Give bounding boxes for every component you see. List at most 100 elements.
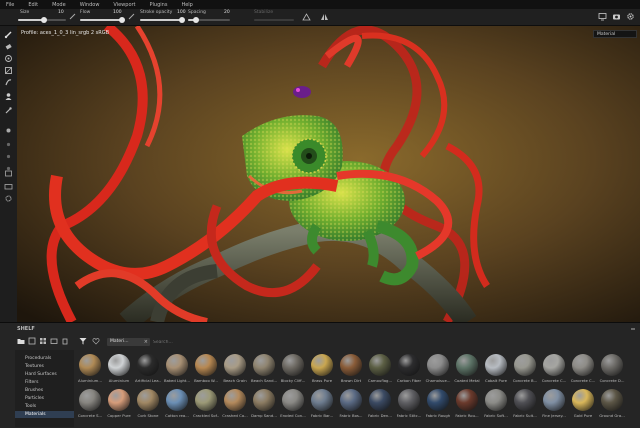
material-item[interactable]: Gold Pure: [570, 389, 596, 423]
menu-plugins[interactable]: Plugins: [150, 2, 168, 8]
grid-view-icon[interactable]: [39, 337, 47, 345]
material-item[interactable]: Fabric Suit...: [512, 389, 538, 423]
material-item[interactable]: Fabric Rough: [425, 389, 451, 423]
category-particles[interactable]: Particles: [25, 395, 44, 402]
camera-icon[interactable]: [50, 337, 58, 345]
smudge-icon[interactable]: [4, 78, 13, 87]
screen-icon[interactable]: [598, 12, 607, 21]
material-label: Fabric Bar...: [310, 413, 334, 418]
size-slider[interactable]: [18, 17, 66, 23]
clone-icon[interactable]: [4, 92, 13, 101]
material-item[interactable]: Aluminium: [106, 354, 132, 388]
material-item[interactable]: Cotton rea...: [164, 389, 190, 423]
material-item[interactable]: Bamboo W...: [193, 354, 219, 388]
layers-icon[interactable]: [4, 169, 13, 178]
material-item[interactable]: Damp Sand...: [251, 389, 277, 423]
material-item[interactable]: Concrete C...: [570, 354, 596, 388]
menu-mode[interactable]: Mode: [52, 2, 66, 8]
panel-options-icon[interactable]: [630, 326, 636, 332]
category-procedurals[interactable]: Procedurals: [25, 355, 51, 362]
material-item[interactable]: Chamoisue...: [425, 354, 451, 388]
flow-slider[interactable]: [80, 17, 125, 23]
material-item[interactable]: Brass Pure: [309, 354, 335, 388]
dot-icon[interactable]: [4, 152, 13, 161]
menu-file[interactable]: File: [6, 2, 14, 8]
light-icon[interactable]: [4, 126, 13, 135]
material-item[interactable]: Cork Stone: [135, 389, 161, 423]
material-item[interactable]: Fabric Den...: [367, 389, 393, 423]
size-value[interactable]: 10: [58, 10, 64, 15]
material-thumbnail: [427, 389, 449, 411]
material-item[interactable]: Fabric Bar...: [309, 389, 335, 423]
category-tools[interactable]: Tools: [25, 403, 36, 410]
geometry-fill-icon[interactable]: [4, 66, 13, 75]
stroke-opacity-value[interactable]: 100: [177, 10, 186, 15]
category-brushes[interactable]: Brushes: [25, 387, 43, 394]
pressure-icon[interactable]: [128, 13, 137, 22]
filter-chip-materials[interactable]: Materi... ×: [107, 338, 150, 346]
material-item[interactable]: Concrete S...: [77, 389, 103, 423]
material-item[interactable]: Fabric Soft...: [483, 389, 509, 423]
material-item[interactable]: Aluminium...: [77, 354, 103, 388]
material-item[interactable]: Fabric Stitc...: [396, 389, 422, 423]
camera-icon[interactable]: [612, 12, 621, 21]
material-item[interactable]: Copper Pure: [106, 389, 132, 423]
material-item[interactable]: Coated Metal: [454, 354, 480, 388]
category-textures[interactable]: Textures: [25, 363, 44, 370]
material-item[interactable]: Ground Gra...: [599, 389, 625, 423]
material-item[interactable]: Carbon Fiber: [396, 354, 422, 388]
material-item[interactable]: Camouflag...: [367, 354, 393, 388]
stroke-opacity-slider[interactable]: [140, 17, 185, 23]
pressure-icon[interactable]: [69, 13, 78, 22]
material-item[interactable]: Crackled Sof...: [193, 389, 219, 423]
material-item[interactable]: Crashed Co...: [222, 389, 248, 423]
filter-icon[interactable]: [79, 337, 87, 345]
3d-viewport[interactable]: Profile: aces_1_0_3 lin_srgb 2 sRGB Mate…: [17, 26, 640, 322]
material-thumbnail: [166, 354, 188, 376]
chip-close-icon[interactable]: ×: [144, 338, 148, 346]
folder-icon[interactable]: [17, 337, 25, 345]
material-item[interactable]: Concrete B...: [512, 354, 538, 388]
material-item[interactable]: Concrete C...: [541, 354, 567, 388]
material-thumbnail: [108, 389, 130, 411]
symmetry-icon[interactable]: [302, 12, 311, 21]
material-item[interactable]: Fabric Rou...: [454, 389, 480, 423]
material-item[interactable]: Eroded Con...: [280, 389, 306, 423]
gear-icon[interactable]: [626, 12, 635, 21]
material-item[interactable]: Blocky Cliff...: [280, 354, 306, 388]
dot-icon[interactable]: [4, 140, 13, 149]
spacing-value[interactable]: 20: [224, 10, 230, 15]
category-materials[interactable]: Materials: [15, 411, 74, 418]
shelf-search-input[interactable]: [153, 338, 313, 346]
projection-icon[interactable]: [4, 54, 13, 63]
delete-icon[interactable]: [61, 337, 69, 345]
menu-viewport[interactable]: Viewport: [113, 2, 135, 8]
material-item[interactable]: Baked Light...: [164, 354, 190, 388]
material-item[interactable]: Fabric Bos...: [338, 389, 364, 423]
material-item[interactable]: Brown Dirt: [338, 354, 364, 388]
material-item[interactable]: Concrete D...: [599, 354, 625, 388]
spacing-slider[interactable]: [188, 17, 230, 23]
category-filters[interactable]: Filters: [25, 379, 39, 386]
brush-icon[interactable]: [4, 30, 13, 39]
menu-help[interactable]: Help: [181, 2, 192, 8]
material-thumbnail: [195, 354, 217, 376]
material-thumbnail: [572, 354, 594, 376]
category-hard-surfaces[interactable]: Hard Surfaces: [25, 371, 57, 378]
flow-value[interactable]: 100: [113, 10, 122, 15]
eraser-icon[interactable]: [4, 42, 13, 51]
material-item[interactable]: Fine Jersey...: [541, 389, 567, 423]
menu-window[interactable]: Window: [80, 2, 100, 8]
camera-icon[interactable]: [4, 182, 13, 191]
material-item[interactable]: Artificial Lea...: [135, 354, 161, 388]
material-dropdown[interactable]: Material: [593, 30, 637, 38]
favorite-icon[interactable]: [92, 337, 100, 345]
menu-edit[interactable]: Edit: [28, 2, 38, 8]
picker-icon[interactable]: [4, 106, 13, 115]
settings-icon[interactable]: [4, 194, 13, 203]
import-icon[interactable]: [28, 337, 36, 345]
mirror-icon[interactable]: [320, 12, 329, 21]
material-item[interactable]: Cobalt Pure: [483, 354, 509, 388]
material-item[interactable]: Beach Grain: [222, 354, 248, 388]
material-item[interactable]: Beach Sand...: [251, 354, 277, 388]
